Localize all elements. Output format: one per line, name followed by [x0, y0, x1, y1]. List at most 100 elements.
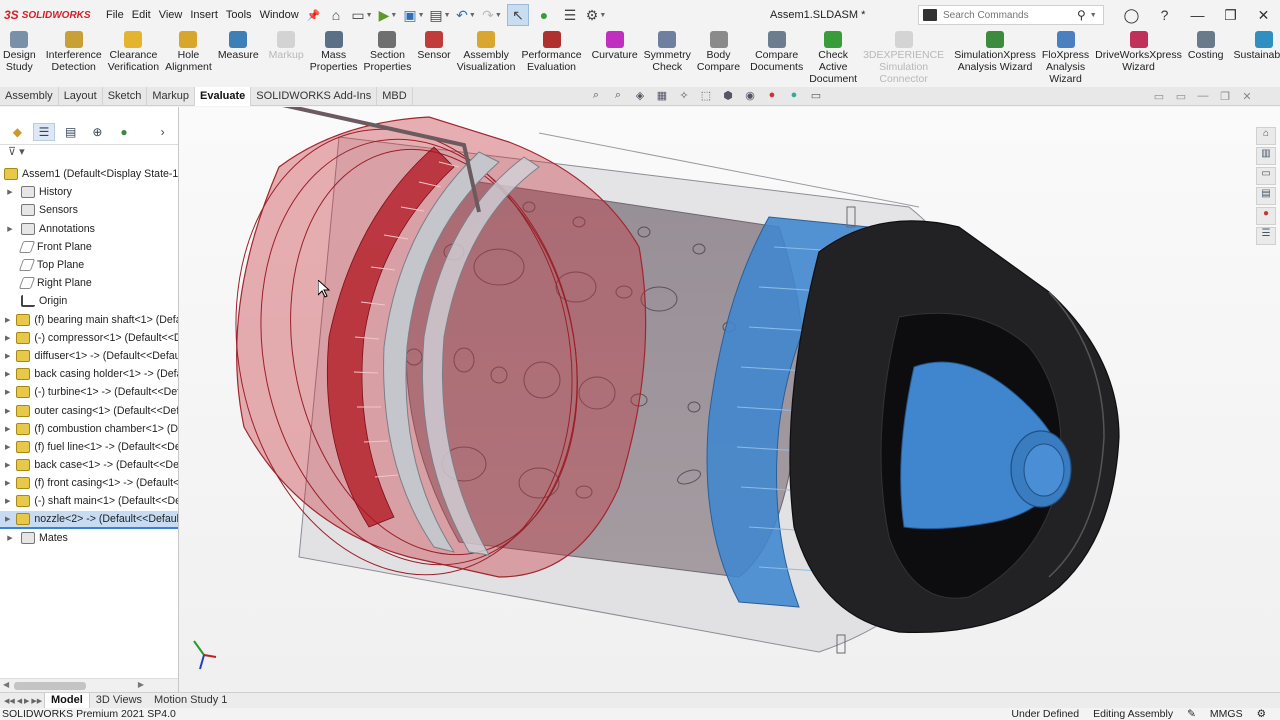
tree-item-top-plane[interactable]: Top Plane	[0, 256, 178, 274]
section-properties-button[interactable]: Section Properties	[361, 30, 415, 87]
viewport-restore-button[interactable]: ❐	[1214, 90, 1236, 103]
custom-properties-icon[interactable]: ☰	[1256, 227, 1276, 245]
display-style-icon[interactable]: ⬢	[718, 89, 738, 105]
undo-button[interactable]: ↶ ▼	[455, 4, 477, 26]
tree-item-mates[interactable]: ▶ Mates	[0, 529, 178, 547]
tab-cube-icon[interactable]: ◆	[6, 123, 29, 141]
body-compare-button[interactable]: Body Compare	[694, 30, 743, 87]
tree-item-f-bearing-main-shaft-1-default-default[interactable]: ▶ (f) bearing main shaft<1> (Default<<Def…	[0, 311, 178, 329]
markup-button[interactable]: Markup	[266, 30, 307, 87]
search-icon[interactable]: ⚲	[1077, 8, 1086, 22]
file-properties-button[interactable]: ☰	[559, 4, 581, 26]
simulationxpress-analysis-wizard-button[interactable]: SimulationXpress Analysis Wizard	[951, 30, 1039, 87]
close-button[interactable]: ✕	[1247, 7, 1280, 24]
zoom-to-fit-icon[interactable]: ⌕	[586, 89, 606, 105]
menu-tools[interactable]: Tools	[226, 9, 252, 22]
horizontal-scrollbar[interactable]: ◀ ▶	[0, 678, 178, 692]
tab-3d-views[interactable]: 3D Views	[90, 693, 148, 708]
tree-item-back-casing-holder-1-default[interactable]: ▶ back casing holder<1> -> (Default	[0, 365, 178, 383]
edit-appearance-icon[interactable]: ●	[762, 89, 782, 105]
tree-item-compressor-1-default-default[interactable]: ▶ (-) compressor<1> (Default<<Default>	[0, 329, 178, 347]
previous-view-icon[interactable]: ◈	[630, 89, 650, 105]
sustainability-button[interactable]: Sustainability	[1231, 30, 1280, 87]
interference-detection-button[interactable]: Interference Detection	[43, 30, 105, 87]
solidworks-logo[interactable]: 3S SOLIDWORKS	[4, 8, 96, 22]
jet-engine-model[interactable]	[179, 107, 1280, 692]
tab-solidworks-add-ins[interactable]: SOLIDWORKS Add-Ins	[251, 86, 378, 106]
scroll-right-icon[interactable]: ▶	[138, 680, 144, 689]
tree-item-outer-casing-1-default-default[interactable]: ▶ outer casing<1> (Default<<Default>	[0, 401, 178, 419]
scrollbar-thumb[interactable]	[14, 682, 86, 690]
expand-arrow-icon[interactable]: ▶	[5, 225, 15, 233]
expand-arrow-icon[interactable]: ▶	[5, 461, 10, 469]
save-button[interactable]: ▣ ▼	[403, 4, 425, 26]
menu-edit[interactable]: Edit	[132, 9, 151, 22]
section-view-icon[interactable]: ▦	[652, 89, 672, 105]
tab-assembly[interactable]: Assembly	[0, 86, 59, 106]
home-button[interactable]: ⌂	[325, 4, 347, 26]
pin-icon[interactable]: 📌	[307, 9, 321, 22]
expand-arrow-icon[interactable]: ▶	[5, 497, 10, 505]
hole-alignment-button[interactable]: Hole Alignment	[162, 30, 215, 87]
display-manager-icon[interactable]: ●	[113, 123, 136, 141]
expand-arrow-icon[interactable]: ▶	[5, 479, 10, 487]
open-button[interactable]: ▶ ▼	[377, 4, 399, 26]
tab-mbd[interactable]: MBD	[377, 86, 413, 106]
design-library-icon[interactable]: ▥	[1256, 147, 1276, 165]
tree-item-shaft-main-1-default-default[interactable]: ▶ (-) shaft main<1> (Default<<Default>	[0, 492, 178, 510]
rebuild-status-icon[interactable]: ✎	[1187, 708, 1196, 720]
mass-properties-button[interactable]: Mass Properties	[307, 30, 361, 87]
assembly-visualization-button[interactable]: Assembly Visualization	[454, 30, 519, 87]
rebuild-button[interactable]: ●	[533, 4, 555, 26]
tab-markup[interactable]: Markup	[147, 86, 196, 106]
tree-item-history[interactable]: ▶ History	[0, 183, 178, 201]
file-explorer-icon[interactable]: ▭	[1256, 167, 1276, 185]
floxpress-analysis-wizard-button[interactable]: FloXpress Analysis Wizard	[1039, 30, 1092, 87]
design-study-button[interactable]: Design Study	[0, 30, 39, 87]
tree-item-nozzle-2-default-default[interactable]: ▶ nozzle<2> -> (Default<<Default>	[0, 510, 178, 529]
tab-layout[interactable]: Layout	[59, 86, 103, 106]
clearance-verification-button[interactable]: Clearance Verification	[105, 30, 162, 87]
filter-row[interactable]: ⊽ ▾	[0, 145, 178, 162]
menu-file[interactable]: File	[106, 9, 124, 22]
tree-item-f-front-casing-1-default-default[interactable]: ▶ (f) front casing<1> -> (Default<<Defaul…	[0, 474, 178, 492]
tree-item-turbine-1-default-default[interactable]: ▶ (-) turbine<1> -> (Default<<Default>	[0, 383, 178, 401]
tab-model[interactable]: Model	[44, 693, 90, 708]
tree-item-origin[interactable]: Origin	[0, 292, 178, 310]
view-settings-icon[interactable]: ▭	[806, 89, 826, 105]
search-input[interactable]	[943, 9, 1073, 21]
expand-arrow-icon[interactable]: ▶	[5, 188, 15, 196]
expand-arrow-icon[interactable]: ▶	[5, 534, 15, 542]
tree-item-f-combustion-chamber-1-default[interactable]: ▶ (f) combustion chamber<1> (Default	[0, 420, 178, 438]
measure-button[interactable]: Measure	[215, 30, 262, 87]
tile-icon[interactable]: ▭	[1148, 90, 1170, 103]
expand-arrow-icon[interactable]: ▶	[5, 407, 10, 415]
menu-view[interactable]: View	[159, 9, 183, 22]
chevron-down-icon[interactable]: ▼	[1090, 12, 1097, 19]
expand-arrow-icon[interactable]: ▶	[5, 334, 10, 342]
user-icon[interactable]: ◯	[1115, 7, 1148, 24]
view-palette-icon[interactable]: ▤	[1256, 187, 1276, 205]
tree-item-f-fuel-line-1-default-default[interactable]: ▶ (f) fuel line<1> -> (Default<<Default>	[0, 438, 178, 456]
scroll-left-icon[interactable]: ◀	[3, 680, 9, 689]
appearances-icon[interactable]: ●	[1256, 207, 1276, 225]
tree-item-sensors[interactable]: Sensors	[0, 201, 178, 219]
tab-navigation-icons[interactable]: ◀◀ ◀ ▶ ▶▶	[4, 697, 44, 705]
split-icon[interactable]: ▭	[1170, 90, 1192, 103]
costing-button[interactable]: Costing	[1185, 30, 1227, 87]
3dexperience-simulation-connector-button[interactable]: 3DEXPERIENCE Simulation Connector	[860, 30, 947, 87]
apply-scene-icon[interactable]: ●	[784, 89, 804, 105]
customize-icon[interactable]: ⚙	[1257, 708, 1266, 720]
filter-icon[interactable]: ⊽ ▾	[8, 146, 25, 158]
tab-evaluate[interactable]: Evaluate	[195, 86, 252, 106]
expand-arrow-icon[interactable]: ▶	[5, 388, 10, 396]
property-manager-icon[interactable]: ▤	[59, 123, 82, 141]
solidworks-resources-icon[interactable]: ⌂	[1256, 127, 1276, 145]
expand-arrow-icon[interactable]: ▶	[5, 370, 10, 378]
new-button[interactable]: ▭ ▼	[351, 4, 373, 26]
print-button[interactable]: ▤ ▼	[429, 4, 451, 26]
viewport-minimize-button[interactable]: —	[1192, 90, 1214, 103]
tree-item-front-plane[interactable]: Front Plane	[0, 238, 178, 256]
select-button[interactable]: ↖	[507, 4, 529, 26]
zoom-to-area-icon[interactable]: ⌕	[608, 89, 628, 105]
